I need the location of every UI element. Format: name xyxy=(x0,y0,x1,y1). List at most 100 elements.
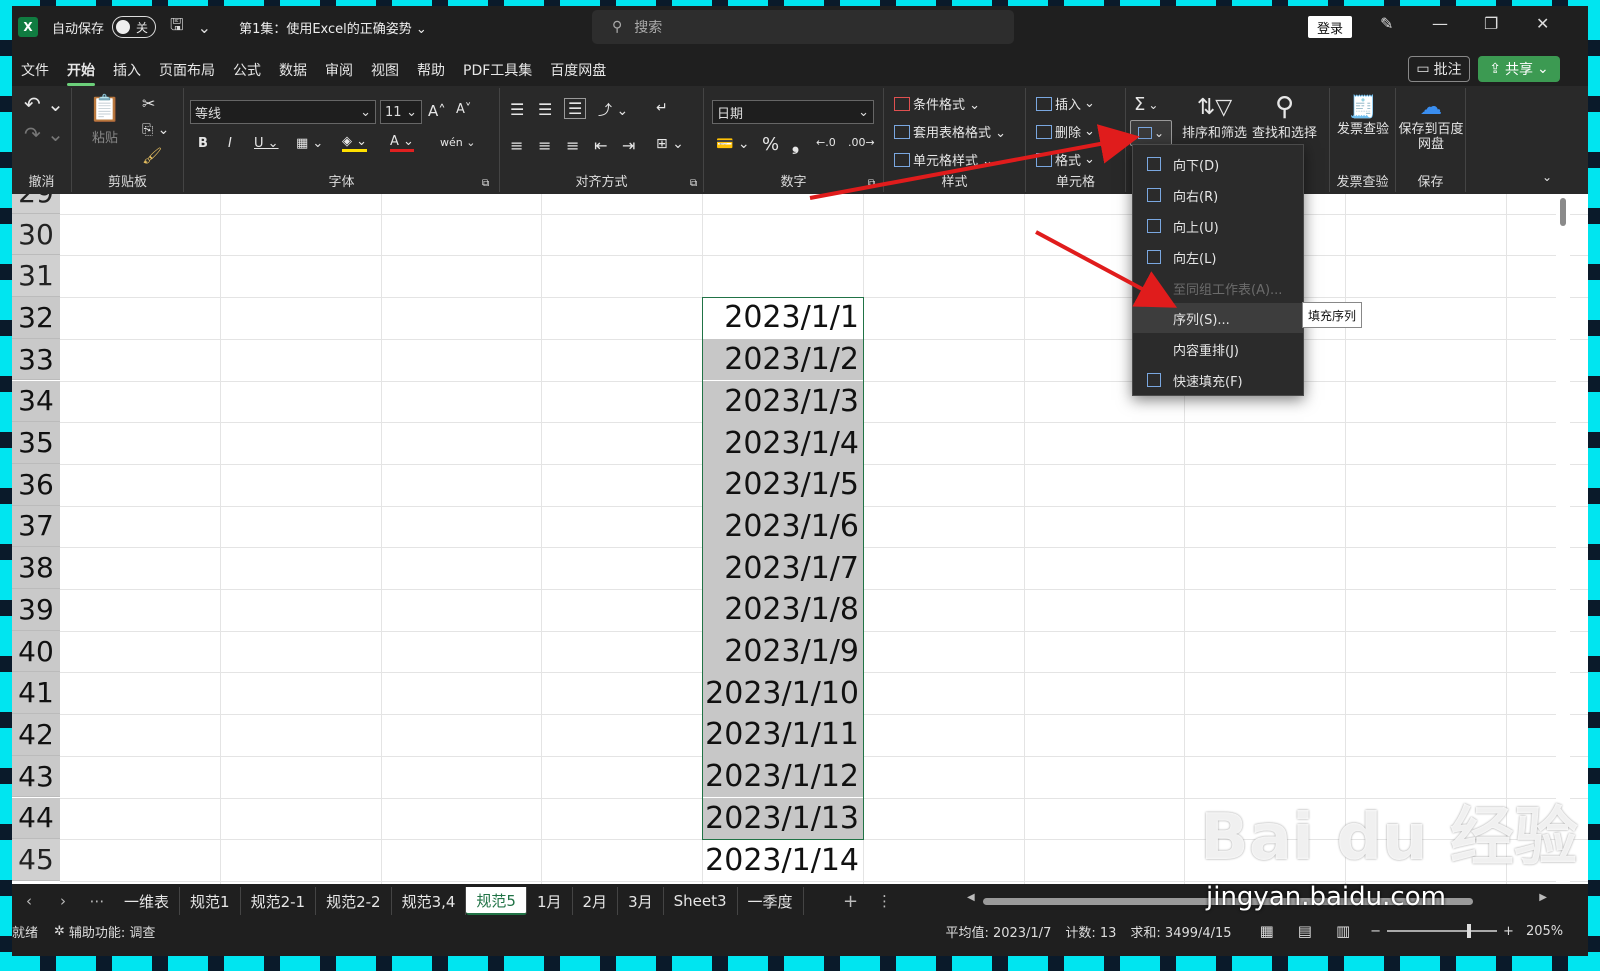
more-sheets-icon[interactable]: ⋯ xyxy=(80,892,114,910)
row-header[interactable]: 36 xyxy=(12,463,60,506)
date-cell[interactable]: 2023/1/6 xyxy=(702,505,863,548)
menu-tab-0[interactable]: 文件 xyxy=(12,60,58,80)
insert-cells-button[interactable]: 插入 ⌄ xyxy=(1036,94,1095,113)
sheet-tab[interactable]: 2月 xyxy=(573,887,619,915)
scroll-left-icon[interactable]: ◀ xyxy=(967,892,975,903)
page-break-icon[interactable]: ▥ xyxy=(1336,922,1350,940)
date-cell[interactable]: 2023/1/1 xyxy=(702,297,863,339)
fill-button[interactable]: ⌄ xyxy=(1130,120,1172,146)
find-select-button[interactable]: ⚲ 查找和选择 xyxy=(1252,92,1317,141)
italic-icon[interactable]: I xyxy=(228,136,232,151)
currency-icon[interactable]: 💳 ⌄ xyxy=(716,136,750,152)
menu-tab-4[interactable]: 公式 xyxy=(224,60,270,80)
decrease-indent-icon[interactable]: ⇤ xyxy=(594,136,607,155)
undo-icon[interactable]: ↶ ⌄ xyxy=(24,92,64,116)
percent-icon[interactable]: % xyxy=(762,134,779,155)
sheet-tab[interactable]: 规范3,4 xyxy=(392,887,467,915)
date-cell[interactable]: 2023/1/7 xyxy=(702,547,863,589)
next-sheet-icon[interactable]: › xyxy=(46,892,80,910)
scroll-thumb[interactable] xyxy=(1560,198,1566,226)
save-icon[interactable]: 🖫 xyxy=(170,14,184,41)
redo-icon[interactable]: ↷ ⌄ xyxy=(24,122,64,146)
sheet-tab[interactable]: Sheet3 xyxy=(664,887,738,915)
row-header[interactable]: 35 xyxy=(12,422,60,464)
menu-tab-5[interactable]: 数据 xyxy=(270,60,316,80)
bold-icon[interactable]: B xyxy=(198,136,208,151)
format-cells-button[interactable]: 格式 ⌄ xyxy=(1036,150,1095,169)
close-icon[interactable]: ✕ xyxy=(1536,14,1549,33)
dialog-launcher-icon[interactable]: ⧉ xyxy=(868,178,875,189)
row-header[interactable]: 40 xyxy=(12,630,60,673)
align-middle-icon[interactable]: ☰ xyxy=(538,100,552,119)
date-cell[interactable]: 2023/1/14 xyxy=(702,839,863,881)
sheet-tab[interactable]: 规范5 xyxy=(466,887,527,915)
row-header[interactable]: 45 xyxy=(12,839,60,881)
font-color-icon[interactable]: A ⌄ xyxy=(390,134,414,152)
comma-icon[interactable]: ❟ xyxy=(792,134,799,155)
add-sheet-icon[interactable]: + xyxy=(834,891,868,912)
row-header[interactable]: 37 xyxy=(12,505,60,548)
search-box[interactable]: ⚲ 搜索 xyxy=(592,10,1014,44)
row-header[interactable]: 30 xyxy=(12,213,60,256)
zoom-level[interactable]: 205% xyxy=(1526,924,1563,939)
worksheet-grid[interactable]: 29303132 2023/1/1 33 2023/1/2 34 2023/1/3 35 20… xyxy=(12,194,1588,884)
conditional-format-button[interactable]: 条件格式 ⌄ xyxy=(894,94,980,113)
row-header[interactable]: 44 xyxy=(12,797,60,840)
sheet-tab[interactable]: 3月 xyxy=(618,887,664,915)
align-bottom-icon[interactable]: ☰ xyxy=(564,98,587,119)
wrap-text-icon[interactable]: ↵ xyxy=(656,100,668,116)
sheet-tab[interactable]: 一季度 xyxy=(738,887,804,915)
increase-font-icon[interactable]: A˄ xyxy=(428,102,446,120)
align-top-icon[interactable]: ☰ xyxy=(510,100,524,119)
date-cell[interactable]: 2023/1/12 xyxy=(702,755,863,798)
customize-toolbar-icon[interactable]: ⌄ xyxy=(198,18,211,37)
sort-filter-button[interactable]: ⇅▽ 排序和筛选 xyxy=(1182,92,1247,142)
date-cell[interactable]: 2023/1/11 xyxy=(702,714,863,756)
date-cell[interactable]: 2023/1/13 xyxy=(702,797,863,840)
paste-button[interactable]: 📋 粘贴 xyxy=(88,94,122,146)
save-baidu-button[interactable]: ☁ 保存到百度网盘 xyxy=(1398,92,1464,153)
row-header[interactable]: 42 xyxy=(12,714,60,756)
sheet-tab[interactable]: 一维表 xyxy=(114,887,181,915)
increase-decimal-icon[interactable]: ←.0 xyxy=(816,136,836,149)
login-button[interactable]: 登录 xyxy=(1308,16,1352,38)
date-cell[interactable]: 2023/1/10 xyxy=(702,672,863,715)
row-header[interactable]: 34 xyxy=(12,380,60,423)
scroll-right-icon[interactable]: ▶ xyxy=(1539,892,1547,903)
align-center-icon[interactable]: ≡ xyxy=(538,136,551,155)
sheet-tab[interactable]: 规范2-2 xyxy=(316,887,392,915)
font-size-select[interactable]: 11 ⌄ xyxy=(380,100,422,124)
fill-menu-item[interactable]: 向下(D) xyxy=(1133,149,1303,179)
fill-menu-item[interactable]: 序列(S)... xyxy=(1133,303,1303,333)
date-cell[interactable]: 2023/1/5 xyxy=(702,463,863,506)
scroll-thumb[interactable] xyxy=(983,898,1473,905)
copy-icon[interactable]: ⎘ ⌄ xyxy=(142,122,169,138)
fill-color-icon[interactable]: ◈ ⌄ xyxy=(342,134,368,152)
normal-view-icon[interactable]: ▦ xyxy=(1260,922,1274,940)
table-format-button[interactable]: 套用表格格式 ⌄ xyxy=(894,122,1006,141)
menu-tab-6[interactable]: 审阅 xyxy=(316,60,362,80)
cut-icon[interactable]: ✂ xyxy=(142,94,155,113)
date-cell[interactable]: 2023/1/2 xyxy=(702,338,863,381)
row-header[interactable]: 39 xyxy=(12,589,60,631)
fill-menu-item[interactable]: 向左(L) xyxy=(1133,242,1303,272)
font-name-select[interactable]: 等线 ⌄ xyxy=(190,100,376,124)
align-left-icon[interactable]: ≡ xyxy=(510,136,523,155)
fill-menu-item[interactable]: 快速填充(F) xyxy=(1133,365,1303,395)
format-painter-icon[interactable]: 🖌 xyxy=(142,146,162,165)
menu-tab-3[interactable]: 页面布局 xyxy=(150,60,224,80)
zoom-slider[interactable] xyxy=(1387,924,1498,938)
phonetic-icon[interactable]: wén ⌄ xyxy=(440,136,475,149)
menu-tab-7[interactable]: 视图 xyxy=(362,60,408,80)
menu-tab-10[interactable]: 百度网盘 xyxy=(541,60,615,80)
menu-tab-9[interactable]: PDF工具集 xyxy=(454,60,541,80)
underline-icon[interactable]: U ⌄ xyxy=(254,136,279,151)
zoom-out-icon[interactable]: − xyxy=(1370,924,1381,939)
collapse-ribbon-icon[interactable]: ⌄ xyxy=(1542,170,1552,184)
row-header[interactable]: 32 xyxy=(12,297,60,339)
menu-tab-1[interactable]: 开始 xyxy=(58,60,104,86)
row-header[interactable]: 43 xyxy=(12,755,60,798)
prev-sheet-icon[interactable]: ‹ xyxy=(12,892,46,910)
accessibility-status[interactable]: 辅助功能: 调查 xyxy=(69,922,156,941)
pen-icon[interactable]: ✎ xyxy=(1380,14,1393,33)
